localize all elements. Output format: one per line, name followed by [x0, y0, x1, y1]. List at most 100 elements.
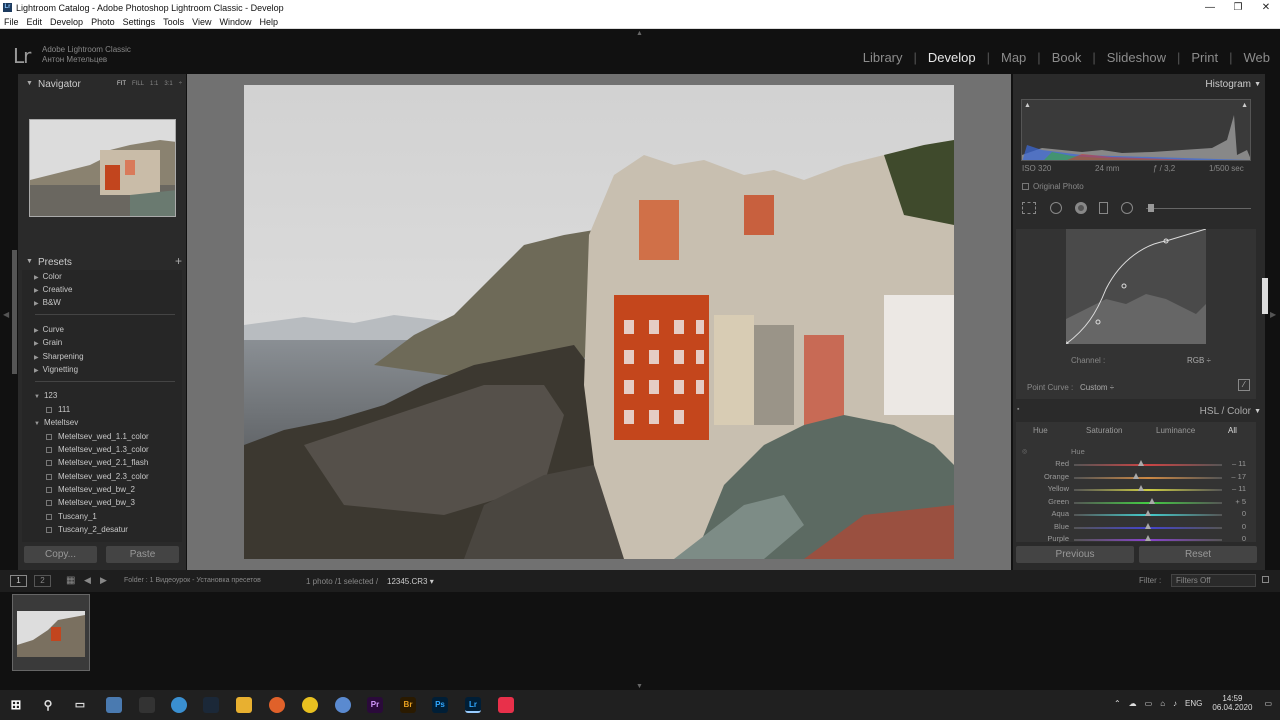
reset-button[interactable]: Reset	[1139, 546, 1257, 563]
hsl-slider-blue[interactable]: Blue 0	[1016, 522, 1256, 534]
hsl-slider-aqua[interactable]: Aqua 0	[1016, 509, 1256, 521]
hsl-slider-knob[interactable]	[1145, 522, 1151, 529]
target-adjust-icon[interactable]: ◎	[1022, 448, 1027, 455]
channel-select[interactable]: RGB ÷	[1187, 356, 1211, 365]
app-icon-yellow[interactable]	[302, 697, 318, 713]
hsl-slider-red[interactable]: Red – 11	[1016, 459, 1256, 471]
app-icon-red[interactable]	[498, 697, 514, 713]
paste-settings-button[interactable]: Paste	[106, 546, 179, 563]
folder-source[interactable]: Folder : 1 Видеоурок - Установка пресето…	[124, 577, 261, 584]
preset-item[interactable]: Tuscany_1	[46, 512, 97, 521]
hsl-slider-track[interactable]	[1074, 501, 1222, 504]
maximize-button[interactable]: ❐	[1224, 0, 1252, 15]
preset-group-sharpening[interactable]: ▶ Sharpening	[34, 352, 84, 361]
preset-item[interactable]: Tuscany_2_desatur	[46, 525, 128, 534]
spot-removal-icon[interactable]	[1050, 202, 1062, 214]
network-icon[interactable]: ⌂	[1160, 699, 1165, 708]
preset-item[interactable]: Meteltsev_wed_2.1_flash	[46, 458, 148, 467]
primary-display-button[interactable]: 1	[10, 575, 27, 587]
app-icon-blue[interactable]	[335, 697, 351, 713]
module-map[interactable]: Map	[1001, 50, 1026, 65]
navigator-header[interactable]: ▼ Navigator FIT FILL 1:1 3:1 ÷	[18, 76, 186, 92]
windows-start-icon[interactable]: ⊞	[8, 697, 24, 713]
hsl-slider-knob[interactable]	[1133, 472, 1140, 479]
module-web[interactable]: Web	[1244, 50, 1271, 65]
tone-curve-graph[interactable]	[1063, 228, 1207, 347]
preset-group-123[interactable]: ▼ 123	[34, 391, 57, 400]
filter-select[interactable]: Filters Off	[1171, 574, 1256, 587]
minimize-button[interactable]: —	[1196, 0, 1224, 15]
secondary-display-button[interactable]: 2	[34, 575, 51, 587]
preset-group-grain[interactable]: ▶ Grain	[34, 338, 62, 347]
menu-photo[interactable]: Photo	[87, 17, 119, 27]
app-icon-1[interactable]	[106, 697, 122, 713]
graduated-filter-icon[interactable]	[1099, 202, 1108, 214]
clock[interactable]: 14:59 06.04.2020	[1212, 694, 1252, 712]
menu-view[interactable]: View	[188, 17, 215, 27]
preset-group-creative[interactable]: ▶ Creative	[34, 285, 72, 294]
hsl-slider-knob[interactable]	[1145, 510, 1151, 516]
nav-option-1-1[interactable]: 1:1	[150, 81, 158, 87]
hsl-slider-knob[interactable]	[1149, 497, 1156, 504]
photoshop-icon[interactable]: Ps	[432, 697, 448, 713]
notifications-icon[interactable]: ▭	[1264, 699, 1272, 708]
histogram-header[interactable]: Histogram ▼	[1013, 77, 1265, 93]
menu-window[interactable]: Window	[216, 17, 256, 27]
preset-item[interactable]: Meteltsev_wed_bw_3	[46, 498, 135, 507]
hsl-slider-knob[interactable]	[1137, 460, 1144, 466]
hsl-slider-purple[interactable]: Purple 0	[1016, 534, 1256, 546]
menu-tools[interactable]: Tools	[159, 17, 188, 27]
grid-view-icon[interactable]: ▦	[66, 575, 75, 586]
module-develop[interactable]: Develop	[928, 50, 976, 65]
hsl-slider-orange[interactable]: Orange – 17	[1016, 472, 1256, 484]
radial-filter-icon[interactable]	[1121, 202, 1133, 214]
preset-item[interactable]: Meteltsev_wed_1.1_color	[46, 432, 149, 441]
menu-edit[interactable]: Edit	[23, 17, 47, 27]
right-panel-toggle-icon[interactable]: ▶	[1270, 310, 1276, 319]
histogram-graph[interactable]: ▲ ▲	[1021, 99, 1251, 161]
presets-header[interactable]: ▼ Presets +	[18, 254, 186, 270]
module-library[interactable]: Library	[863, 50, 903, 65]
search-icon[interactable]: ⚲	[40, 697, 56, 713]
preset-group-curve[interactable]: ▶ Curve	[34, 325, 64, 334]
tab-all[interactable]: All	[1228, 426, 1237, 435]
hsl-header[interactable]: ▪ HSL / Color ▼	[1013, 404, 1265, 420]
nav-option-fit[interactable]: FIT	[117, 81, 126, 87]
right-panel-scrollbar[interactable]	[1262, 278, 1268, 314]
module-print[interactable]: Print	[1191, 50, 1218, 65]
preset-item[interactable]: Meteltsev_wed_bw_2	[46, 485, 135, 494]
add-preset-button[interactable]: +	[175, 254, 182, 268]
task-view-icon[interactable]: ▭	[72, 697, 88, 713]
hsl-slider-value[interactable]: + 5	[1226, 497, 1246, 506]
forward-arrow-icon[interactable]: ▶	[100, 575, 107, 586]
preset-item[interactable]: Meteltsev_wed_1.3_color	[46, 445, 149, 454]
premiere-icon[interactable]: Pr	[367, 697, 383, 713]
tab-hue[interactable]: Hue	[1033, 426, 1048, 435]
preset-item[interactable]: Meteltsev_wed_2.3_color	[46, 472, 149, 481]
top-panel-toggle-icon[interactable]: ▲	[636, 30, 643, 37]
hsl-slider-value[interactable]: 0	[1226, 534, 1246, 543]
menu-file[interactable]: File	[0, 17, 23, 27]
adjustment-brush-track[interactable]	[1146, 208, 1251, 209]
cloud-icon[interactable]: ☁	[1129, 699, 1137, 708]
hsl-slider-track[interactable]	[1074, 476, 1222, 479]
left-panel-scrollbar[interactable]	[12, 250, 17, 374]
filter-lock-icon[interactable]	[1262, 576, 1269, 583]
nav-zoom-stepper-icon[interactable]: ÷	[179, 81, 182, 87]
menu-help[interactable]: Help	[256, 17, 283, 27]
back-arrow-icon[interactable]: ◀	[84, 575, 91, 586]
volume-icon[interactable]: ♪	[1173, 699, 1177, 708]
preset-group-meteltsev[interactable]: ▼ Meteltsev	[34, 418, 78, 427]
copy-settings-button[interactable]: Copy...	[24, 546, 97, 563]
hsl-slider-value[interactable]: – 11	[1226, 459, 1246, 468]
hsl-slider-green[interactable]: Green + 5	[1016, 497, 1256, 509]
app-icon-2[interactable]	[139, 697, 155, 713]
crop-tool-icon[interactable]	[1022, 202, 1036, 214]
filmstrip-thumbnail[interactable]	[12, 594, 90, 671]
previous-button[interactable]: Previous	[1016, 546, 1134, 563]
edit-point-curve-icon[interactable]: ⁄	[1238, 379, 1250, 391]
module-book[interactable]: Book	[1052, 50, 1082, 65]
tab-luminance[interactable]: Luminance	[1156, 426, 1195, 435]
preset-group-vignetting[interactable]: ▶ Vignetting	[34, 365, 78, 374]
point-curve-select[interactable]: Custom ÷	[1080, 383, 1114, 392]
